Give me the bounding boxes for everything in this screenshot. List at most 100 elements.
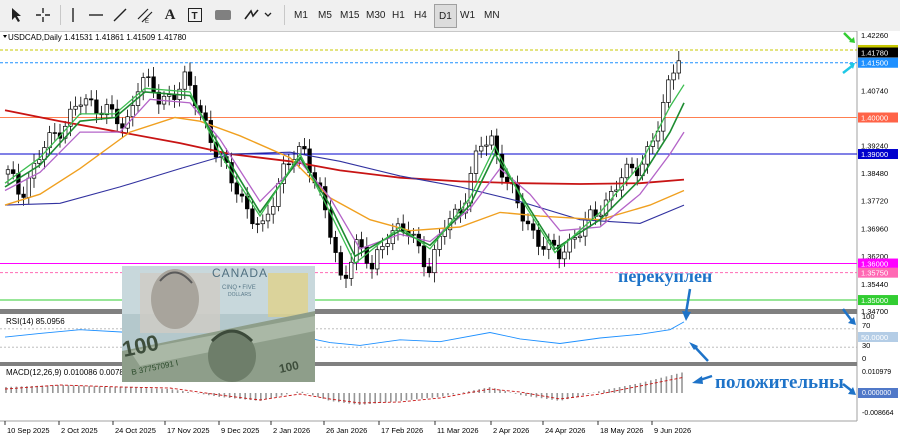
moving-average-line xyxy=(4,116,685,232)
candle-body xyxy=(666,79,671,103)
timeframe-h1[interactable]: H1 xyxy=(388,4,409,26)
candle-body xyxy=(37,159,42,164)
price-scale-label: 1.35440 xyxy=(861,280,888,289)
rsi-tag-value: 50.0000 xyxy=(861,333,888,342)
date-label: 24 Oct 2025 xyxy=(115,426,156,435)
crosshair-icon[interactable] xyxy=(32,4,54,26)
candle-body xyxy=(359,239,364,248)
date-label: 17 Feb 2026 xyxy=(381,426,423,435)
candle-body xyxy=(577,235,583,238)
date-label: 11 Mar 2026 xyxy=(437,426,479,435)
cursor-icon[interactable] xyxy=(6,4,28,26)
rsi-scale-label: 70 xyxy=(862,321,870,330)
price-scale-label: 1.40740 xyxy=(861,86,888,95)
timeframe-m15[interactable]: M15 xyxy=(336,4,363,26)
shapes-icon[interactable] xyxy=(212,4,234,26)
arrows-icon[interactable] xyxy=(238,4,278,26)
svg-text:E: E xyxy=(145,19,149,23)
rsi-scale-label: 100 xyxy=(862,312,875,321)
chart-header: USDCAD,Daily 1.41531 1.41861 1.41509 1.4… xyxy=(8,33,187,42)
candle-body xyxy=(130,105,135,118)
candle-body xyxy=(421,245,427,268)
date-label: 24 Apr 2026 xyxy=(545,426,585,435)
date-label: 2 Apr 2026 xyxy=(493,426,529,435)
price-scale-label: 1.37720 xyxy=(861,197,888,206)
price-tag-value: 1.40000 xyxy=(861,114,888,123)
timeframe-d1[interactable]: D1 xyxy=(434,4,457,28)
date-label: 2 Oct 2025 xyxy=(61,426,98,435)
rsi-scale-label: 0 xyxy=(862,354,866,363)
candle-body xyxy=(349,261,354,279)
candle-body xyxy=(234,182,239,195)
candle-body xyxy=(671,72,676,81)
date-label: 17 Nov 2025 xyxy=(167,426,210,435)
trendline-icon[interactable] xyxy=(110,4,130,26)
date-label: 9 Jun 2026 xyxy=(654,426,691,435)
svg-text:T: T xyxy=(192,11,198,22)
candle-body xyxy=(369,262,375,270)
candle-body xyxy=(427,266,432,274)
candle-body xyxy=(5,169,11,175)
candle-body xyxy=(182,71,187,90)
horizontal-line-icon[interactable] xyxy=(86,4,106,26)
moving-average-line xyxy=(4,151,685,224)
macd-scale-label: -0.008664 xyxy=(862,410,894,417)
candle-body xyxy=(629,163,635,169)
price-tag-value: 1.35000 xyxy=(861,296,888,305)
candle-body xyxy=(343,274,349,279)
toolbar: E A T M1 M5 M15 M30 H1 H4 D1 W1 MN xyxy=(0,0,900,32)
candle-body xyxy=(255,223,260,225)
portrait-engraving-icon xyxy=(151,269,199,329)
positive-annotation: положительны xyxy=(715,372,844,393)
candle-body xyxy=(479,145,484,152)
price-scale-label: 1.36960 xyxy=(861,224,888,233)
banknote-image: CANADA CINQ • FIVE DOLLARS 100 B 3775709… xyxy=(120,266,315,382)
candle-body xyxy=(505,176,510,183)
timeframe-mn[interactable]: MN xyxy=(480,4,504,26)
date-label: 26 Jan 2026 xyxy=(326,426,367,435)
vertical-line-icon[interactable] xyxy=(64,4,82,26)
chart-header-triangle-icon xyxy=(3,35,7,38)
candle-body xyxy=(265,213,271,222)
timeframe-m1[interactable]: M1 xyxy=(290,4,312,26)
candle-body xyxy=(380,246,385,251)
candle-body xyxy=(520,202,525,222)
candle-body xyxy=(333,236,338,253)
macd-scale-label: 0.010979 xyxy=(862,369,891,376)
date-label: 2 Jan 2026 xyxy=(273,426,310,435)
channel-icon[interactable]: E xyxy=(134,4,156,26)
price-chart[interactable]: 1.42260 1.40740 1.39240 1.38480 1.37720 1.369… xyxy=(0,31,900,439)
candle-body xyxy=(146,76,151,79)
candle-body xyxy=(541,246,546,250)
timeframe-w1[interactable]: W1 xyxy=(456,4,479,26)
candle-body xyxy=(286,163,291,166)
timeframe-m5[interactable]: M5 xyxy=(314,4,336,26)
candle-body xyxy=(302,146,307,150)
text-icon[interactable]: A xyxy=(160,4,180,26)
candle-body xyxy=(172,94,177,100)
candle-body xyxy=(385,243,390,247)
price-tag-value: 1.35750 xyxy=(861,269,888,278)
toolbar-separator xyxy=(284,5,285,25)
candle-body xyxy=(338,252,343,276)
candle-body xyxy=(598,214,603,217)
candle-body xyxy=(104,104,109,116)
timeframe-h4[interactable]: H4 xyxy=(410,4,431,26)
banknote-country: CANADA xyxy=(212,266,268,280)
candle-body xyxy=(489,135,494,146)
candle-body xyxy=(250,208,255,225)
banknote-subtitle: CINQ • FIVE xyxy=(222,285,256,291)
candle-body xyxy=(151,76,156,93)
candle-body xyxy=(562,251,567,260)
cyan-arrow-icon xyxy=(842,65,853,74)
date-label: 18 May 2026 xyxy=(600,426,643,435)
timeframe-m30[interactable]: M30 xyxy=(362,4,389,26)
candle-body xyxy=(239,193,245,197)
rsi-line xyxy=(4,321,685,346)
candle-body xyxy=(78,104,83,107)
date-label: 10 Sep 2025 xyxy=(7,426,50,435)
label-icon[interactable]: T xyxy=(184,4,206,26)
candle-body xyxy=(21,193,26,198)
price-tag-value: 1.39000 xyxy=(861,150,888,159)
candle-body xyxy=(484,144,489,147)
